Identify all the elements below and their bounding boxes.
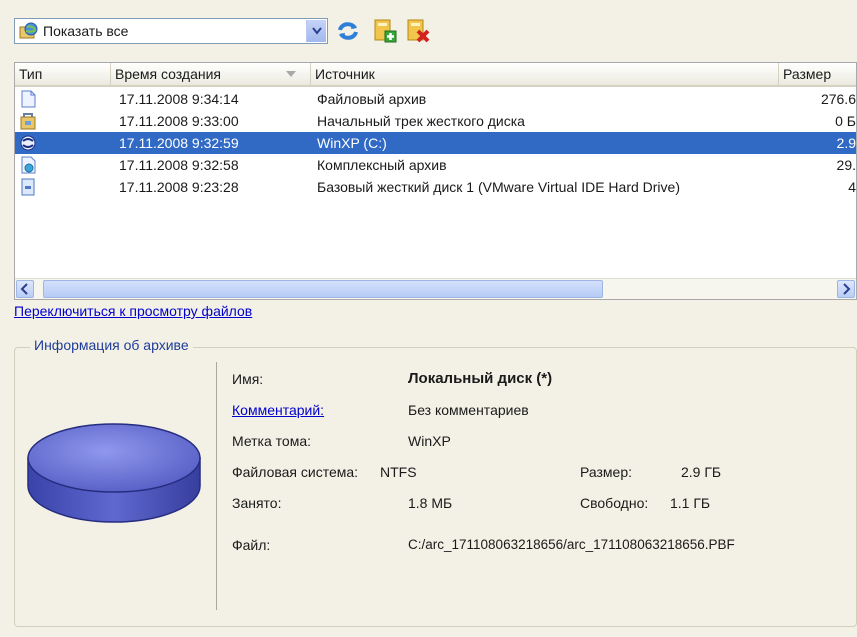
table-row-selected[interactable]: 17.11.2008 9:32:59 WinXP (C:) 2.9 (15, 132, 856, 154)
row-size: 276.6 (820, 91, 856, 107)
list-header: Тип Время создания Источник Размер (15, 63, 856, 87)
table-row[interactable]: 17.11.2008 9:32:58 Комплексный архив 29. (15, 154, 856, 176)
row-source: WinXP (C:) (317, 135, 387, 151)
volume-label: Метка тома: (232, 433, 312, 449)
filter-value: Показать все (43, 23, 129, 39)
row-time: 17.11.2008 9:32:58 (119, 157, 239, 173)
used-value: 1.8 МБ (408, 495, 453, 511)
row-source: Начальный трек жесткого диска (317, 113, 525, 129)
chevron-left-icon (20, 283, 28, 295)
table-row[interactable]: 17.11.2008 9:33:00 Начальный трек жестко… (15, 110, 856, 132)
name-value: Локальный диск (*) (408, 370, 553, 387)
row-source: Базовый жесткий диск 1 (VMware Virtual I… (317, 179, 680, 195)
filesystem-label: Файловая система: (232, 464, 359, 480)
delete-archive-button[interactable] (405, 18, 431, 44)
volume-value: WinXP (408, 433, 451, 449)
used-label: Занято: (232, 495, 282, 511)
archive-info-legend: Информация об архиве (30, 337, 193, 353)
refresh-button[interactable] (335, 18, 361, 44)
row-source: Комплексный архив (317, 157, 447, 173)
partition-archive-icon (20, 135, 36, 151)
size-label: Размер: (580, 464, 633, 480)
free-value: 1.1 ГБ (670, 495, 711, 511)
disk-archive-icon (21, 178, 35, 196)
comment-value: Без комментариев (408, 402, 529, 418)
complex-archive-icon (21, 156, 36, 174)
chevron-right-icon (843, 283, 851, 295)
column-source[interactable]: Источник (311, 63, 779, 85)
size-value: 2.9 ГБ (681, 464, 722, 480)
file-archive-icon (21, 90, 36, 108)
filter-combobox[interactable]: Показать все (14, 18, 328, 44)
column-created-label: Время создания (115, 66, 221, 82)
row-size: 4 (848, 179, 856, 195)
refresh-icon (338, 22, 358, 40)
row-size: 2.9 (836, 135, 856, 151)
chevron-down-icon (312, 27, 322, 35)
scroll-thumb[interactable] (43, 280, 603, 298)
free-label: Свободно: (580, 495, 649, 511)
delete-archive-icon (407, 19, 430, 43)
disk-image-icon (27, 423, 201, 523)
column-size[interactable]: Размер (779, 63, 856, 85)
globe-filter-icon (19, 22, 38, 39)
archive-list[interactable]: Тип Время создания Источник Размер 17.11… (14, 62, 857, 300)
column-created[interactable]: Время создания (111, 63, 311, 85)
name-label: Имя: (232, 371, 264, 387)
row-time: 17.11.2008 9:34:14 (119, 91, 239, 107)
switch-to-files-link[interactable]: Переключиться к просмотру файлов (14, 303, 252, 319)
scroll-right-button[interactable] (837, 280, 855, 298)
row-size: 0 Б (835, 113, 856, 129)
row-time: 17.11.2008 9:33:00 (119, 113, 239, 129)
row-source: Файловый архив (317, 91, 427, 107)
table-row[interactable]: 17.11.2008 9:34:14 Файловый архив 276.6 (15, 88, 856, 110)
comment-link[interactable]: Комментарий: (232, 402, 324, 418)
column-type[interactable]: Тип (15, 63, 111, 85)
add-archive-icon (374, 19, 397, 43)
horizontal-scrollbar[interactable] (15, 278, 856, 299)
row-time: 17.11.2008 9:23:28 (119, 179, 239, 195)
row-time: 17.11.2008 9:32:59 (119, 135, 239, 151)
add-archive-button[interactable] (372, 18, 398, 44)
scroll-left-button[interactable] (16, 280, 34, 298)
file-label: Файл: (232, 537, 271, 553)
sort-arrow-icon (286, 71, 296, 77)
info-divider (216, 362, 217, 610)
track-archive-icon (20, 113, 36, 130)
row-size: 29. (836, 157, 856, 173)
filesystem-value: NTFS (380, 464, 417, 480)
dropdown-arrow-button[interactable] (306, 20, 326, 42)
table-row[interactable]: 17.11.2008 9:23:28 Базовый жесткий диск … (15, 176, 856, 198)
file-value: C:/arc_171108063218656/arc_1711080632186… (408, 537, 735, 552)
